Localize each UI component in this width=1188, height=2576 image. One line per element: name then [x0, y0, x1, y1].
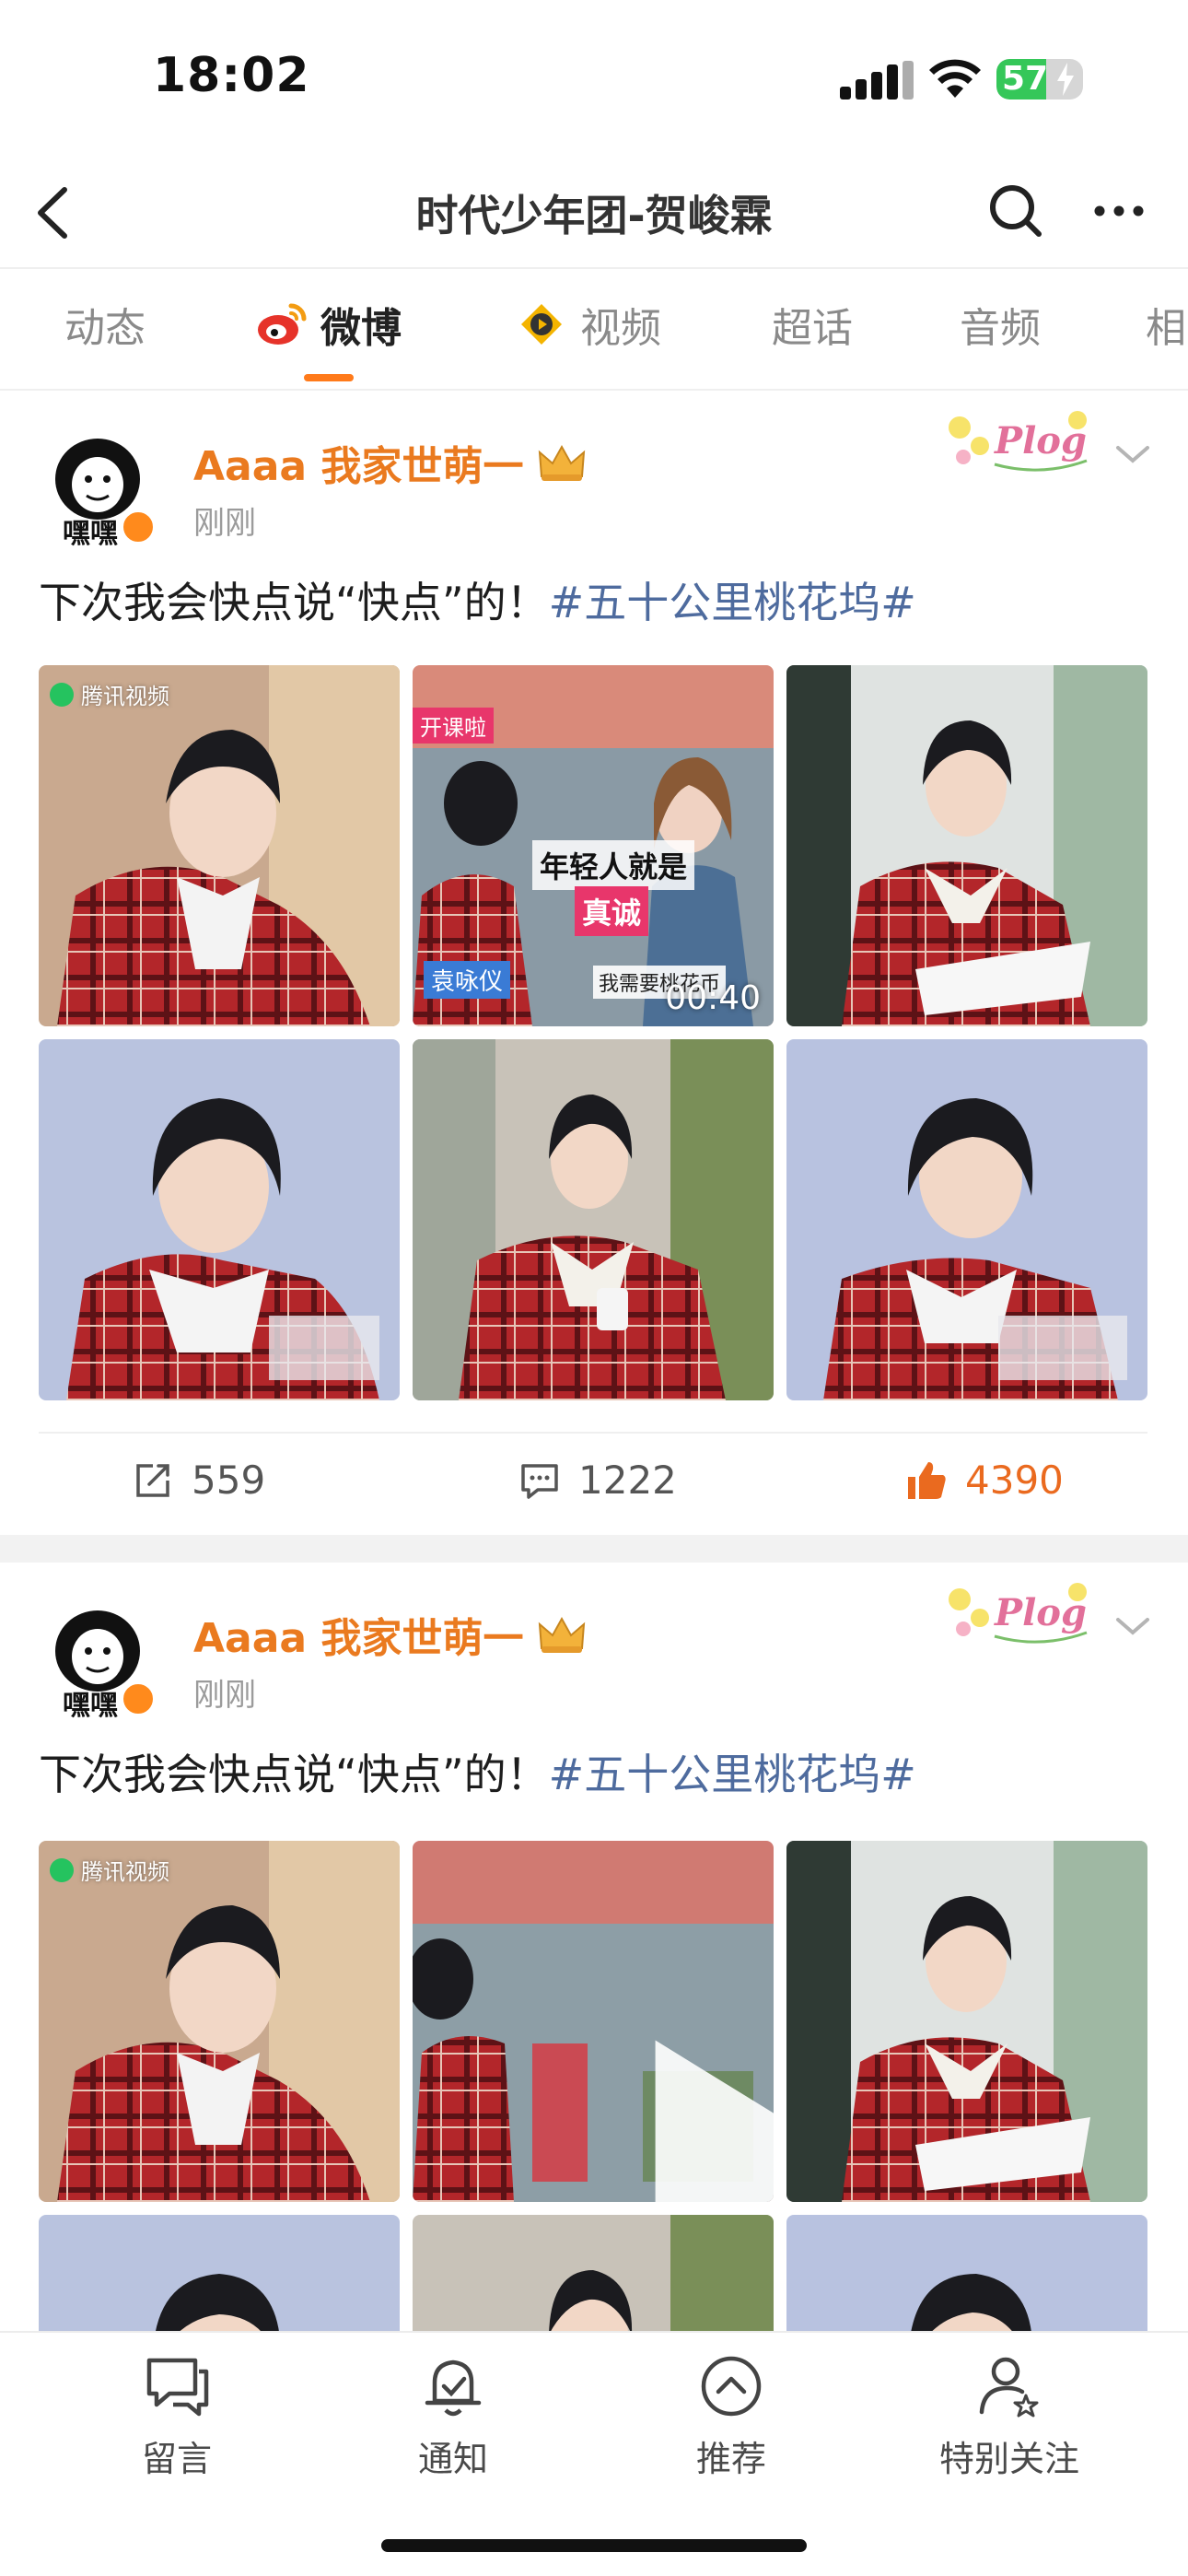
verified-badge-icon: [120, 509, 157, 545]
tencent-video-badge: 腾讯视频: [50, 1854, 169, 1886]
tab-chaohua[interactable]: 超话: [772, 295, 853, 354]
video-thumbnail[interactable]: [413, 1841, 774, 2202]
username-text: Aaaa 我家世萌一: [193, 443, 524, 490]
photo-thumbnail[interactable]: [786, 1039, 1147, 1400]
comment-button[interactable]: 1222: [518, 1458, 677, 1503]
post-username[interactable]: Aaaa 我家世萌一: [193, 433, 588, 492]
nav-bar: 时代少年团-贺峻霖: [0, 157, 1188, 269]
post-username[interactable]: Aaaa 我家世萌一: [193, 1605, 588, 1664]
video-overlay-tag: 开课啦: [413, 708, 494, 744]
bottom-tab-label: 推荐: [695, 2439, 766, 2479]
photo-thumbnail[interactable]: [786, 665, 1147, 1026]
video-overlay-name: 袁咏仪: [424, 961, 511, 999]
wifi-icon: [929, 59, 981, 98]
tab-label: 动态: [64, 305, 146, 352]
plog-sticker-icon: Plog: [949, 411, 1088, 472]
tab-label: 微博: [320, 305, 402, 352]
tab-dongtai[interactable]: 动态: [64, 295, 146, 354]
bottom-tab-label: 通知: [417, 2439, 488, 2479]
tab-audio[interactable]: 音频: [960, 295, 1041, 354]
image-grid: 腾讯视频: [39, 1841, 1147, 2576]
more-icon[interactable]: [1087, 179, 1151, 243]
tencent-video-icon: [50, 682, 74, 707]
repost-button[interactable]: 559: [131, 1458, 265, 1503]
badge-label: 腾讯视频: [81, 1859, 169, 1885]
post-time: 刚刚: [193, 1677, 256, 1714]
tab-label: 超话: [772, 305, 853, 352]
crown-badge-icon: [539, 1616, 586, 1653]
photo-thumbnail[interactable]: [39, 1039, 400, 1400]
tab-label: 音频: [960, 305, 1041, 352]
profile-tabs: 动态 微博 视频 超话 音频 相: [0, 269, 1188, 391]
video-overlay-line2: 真诚: [575, 886, 649, 936]
play-icon[interactable]: [547, 1975, 774, 2202]
badge-label: 腾讯视频: [81, 684, 169, 709]
topic-link[interactable]: #五十公里桃花坞#: [549, 578, 916, 627]
bottom-tab-notify[interactable]: 通知: [352, 2351, 554, 2481]
recommend-up-icon: [701, 2356, 762, 2417]
post-separator: [0, 1535, 1188, 1563]
username-text: Aaaa 我家世萌一: [193, 1615, 524, 1662]
tab-video[interactable]: 视频: [514, 295, 661, 354]
verified-badge-icon: [120, 1680, 157, 1717]
like-button[interactable]: 4390: [904, 1458, 1064, 1503]
cellular-signal-icon: [840, 61, 914, 100]
tab-active-underline: [304, 374, 354, 381]
chevron-down-icon[interactable]: [1112, 1612, 1153, 1640]
video-icon: [521, 304, 562, 345]
tab-weibo[interactable]: 微博: [254, 295, 402, 354]
bottom-tab-label: 特别关注: [938, 2439, 1079, 2479]
post-card[interactable]: 嘿嘿 Aaaa 我家世萌一 刚刚 Plog 下次我会快点说“快点”的！#五十公里…: [0, 391, 1188, 1542]
photo-thumbnail[interactable]: 腾讯视频: [39, 665, 400, 1026]
chevron-down-icon[interactable]: [1112, 440, 1153, 468]
post-text: 下次我会快点说“快点”的！#五十公里桃花坞#: [39, 1741, 916, 1802]
avatar-caption: 嘿嘿: [63, 518, 118, 550]
photo-thumbnail[interactable]: [786, 1841, 1147, 2202]
bottom-tab-special-follow[interactable]: 特别关注: [908, 2351, 1111, 2481]
tab-label: 视频: [580, 305, 661, 352]
repost-count: 559: [192, 1458, 266, 1503]
photo-thumbnail[interactable]: [413, 1039, 774, 1400]
battery-percent: 57: [1002, 60, 1049, 98]
weibo-icon: [258, 303, 307, 345]
post-card[interactable]: 嘿嘿 Aaaa 我家世萌一 刚刚 Plog 下次我会快点说“快点”的！#五十公里…: [0, 1563, 1188, 2576]
charging-bolt-icon: [1057, 63, 1074, 96]
comment-icon: [521, 1463, 558, 1499]
post-body: 下次我会快点说“快点”的！: [39, 1750, 549, 1799]
post-body: 下次我会快点说“快点”的！: [39, 578, 549, 627]
video-duration: 00:40: [665, 979, 761, 1017]
thumbs-up-icon: [908, 1461, 946, 1499]
status-time: 18:02: [153, 48, 310, 103]
post-text: 下次我会快点说“快点”的！#五十公里桃花坞#: [39, 569, 916, 630]
bell-icon: [425, 2359, 482, 2417]
tencent-video-icon: [50, 1857, 74, 1882]
battery-icon: 57: [996, 59, 1083, 100]
bottom-tab-message[interactable]: 留言: [76, 2351, 278, 2481]
video-overlay-line1: 年轻人就是: [532, 840, 695, 890]
video-thumbnail[interactable]: 开课啦 年轻人就是 真诚 袁咏仪 我需要桃花币 00:40: [413, 665, 774, 1026]
bottom-tab-recommend[interactable]: 推荐: [630, 2351, 833, 2481]
photo-thumbnail[interactable]: 腾讯视频: [39, 1841, 400, 2202]
repost-icon: [136, 1463, 169, 1497]
crown-badge-icon: [539, 444, 586, 481]
topic-link[interactable]: #五十公里桃花坞#: [549, 1750, 916, 1799]
search-icon[interactable]: [984, 179, 1048, 243]
status-bar: 18:02 57: [0, 0, 1188, 157]
special-follow-icon: [979, 2357, 1039, 2418]
tab-label: 相: [1146, 305, 1186, 352]
post-actions: 559 1222 4390: [39, 1432, 1147, 1533]
comment-count: 1222: [578, 1458, 677, 1503]
tencent-video-badge: 腾讯视频: [50, 678, 169, 710]
home-indicator: [381, 2539, 807, 2552]
message-icon: [146, 2358, 209, 2417]
image-grid: 腾讯视频 开课啦 年轻人就是 真诚 袁咏仪 我需要桃花币 00:40: [39, 665, 1147, 1400]
plog-sticker-icon: Plog: [949, 1583, 1088, 1644]
bottom-tab-label: 留言: [141, 2439, 212, 2479]
avatar-caption: 嘿嘿: [63, 1690, 118, 1722]
post-time: 刚刚: [193, 505, 256, 542]
tab-album[interactable]: 相: [1146, 295, 1186, 354]
like-count: 4390: [965, 1458, 1064, 1503]
